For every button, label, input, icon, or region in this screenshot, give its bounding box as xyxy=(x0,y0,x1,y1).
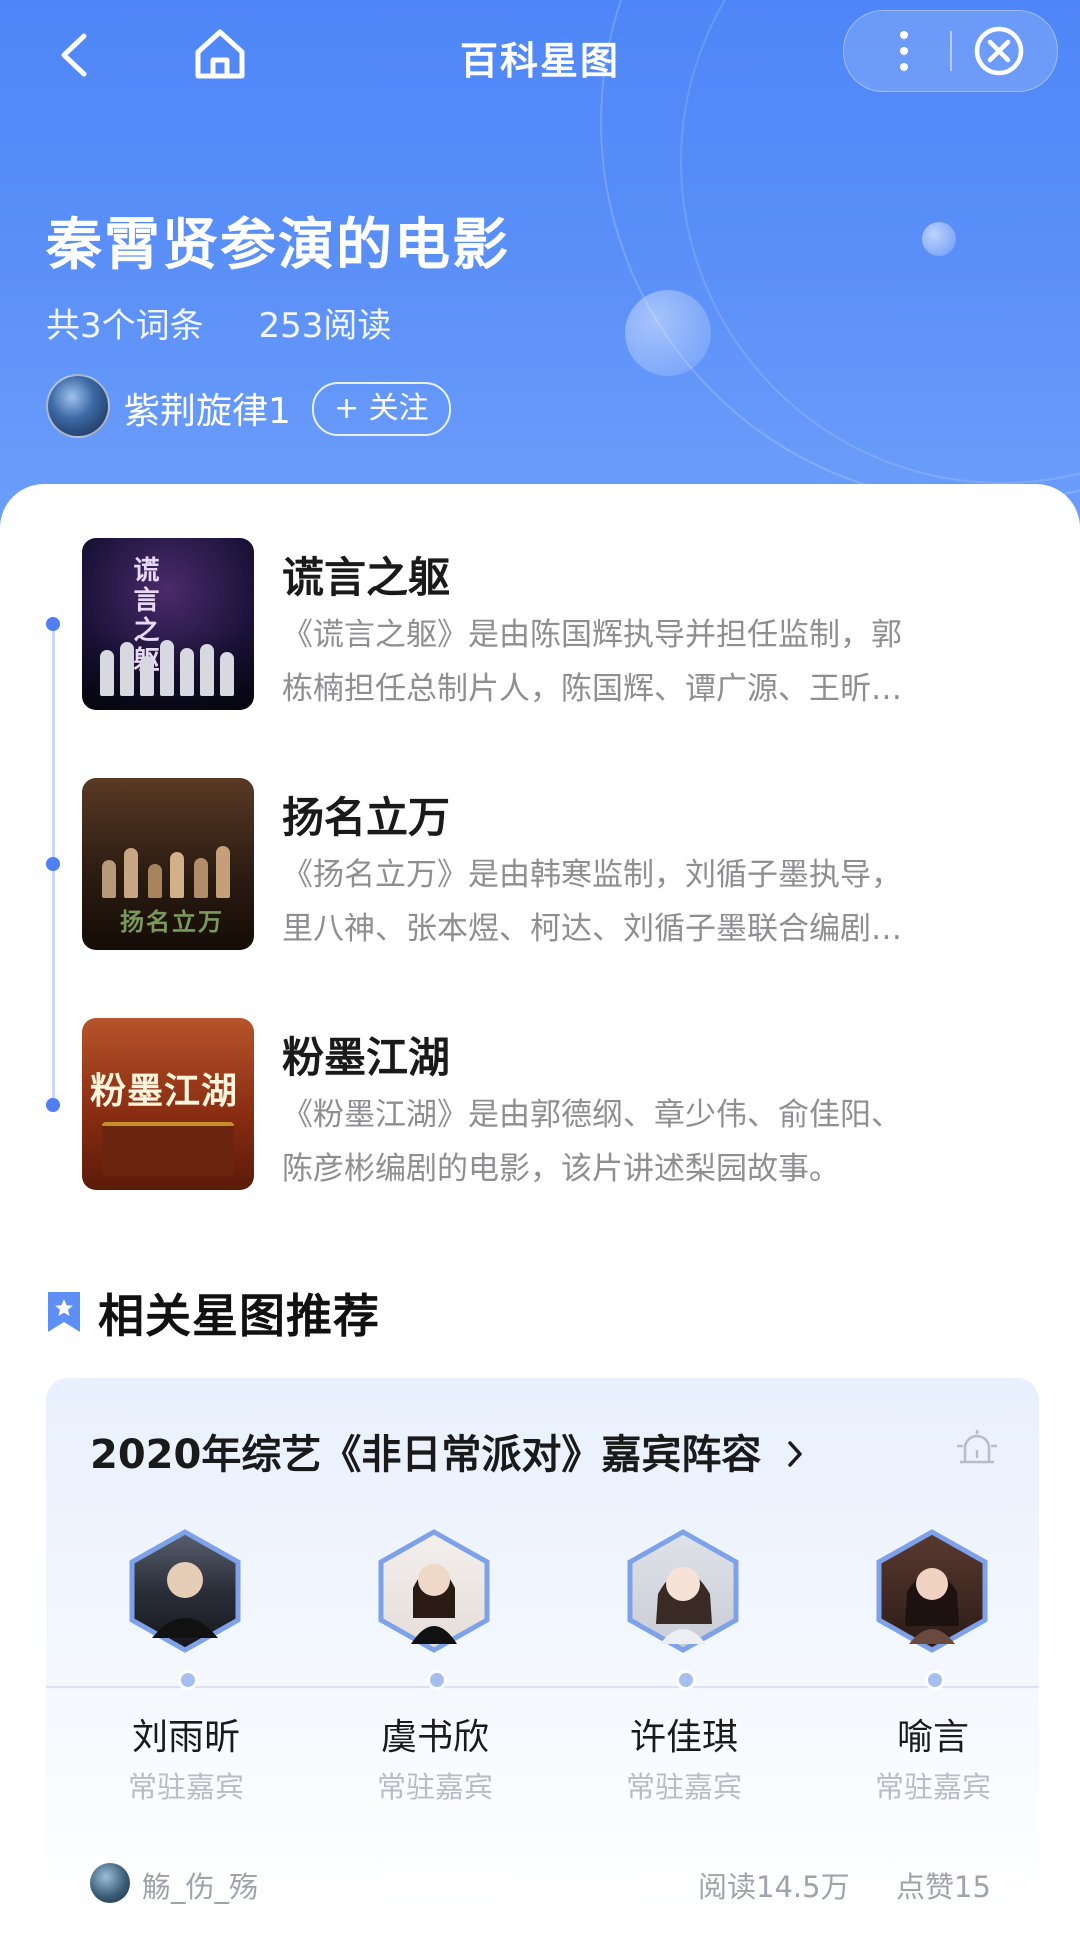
guest-role: 常驻嘉宾 xyxy=(376,1770,493,1804)
entry-title: 谎言之躯 xyxy=(282,553,451,602)
movie-poster[interactable]: 谎言之躯 xyxy=(82,538,254,710)
guest-name: 虞书欣 xyxy=(380,1717,489,1758)
entry-desc-line: 陈彦彬编剧的电影，该片讲述梨园故事。 xyxy=(282,1151,840,1187)
entry-desc-line: 《谎言之躯》是由陈国辉执导并担任监制，郭 xyxy=(282,617,902,653)
guest-dot xyxy=(925,1670,945,1690)
card-like-count[interactable]: 点赞15 xyxy=(896,1864,991,1906)
poster-figures xyxy=(96,838,240,898)
entry-count: 共3个词条 xyxy=(46,306,204,346)
header-banner: 百科星图 秦霄贤参演的电影 共3个词条 253阅读 紫荆旋律1 + 关注 xyxy=(0,0,1080,560)
guest-avatar[interactable] xyxy=(122,1528,248,1654)
capsule-divider xyxy=(950,31,952,71)
guest-name: 喻言 xyxy=(896,1717,969,1758)
guest-avatar[interactable] xyxy=(869,1528,995,1654)
author-name[interactable]: 紫荆旋律1 xyxy=(124,382,291,434)
guest-item[interactable]: 喻言 常驻嘉宾 xyxy=(835,1528,1035,1818)
guest-item[interactable]: 刘雨昕 常驻嘉宾 xyxy=(88,1528,288,1818)
guest-name: 许佳琪 xyxy=(629,1717,738,1758)
guest-dot xyxy=(427,1670,447,1690)
entry-card[interactable]: 扬名立万 扬名立万 《扬名立万》是由韩寒监制，刘循子墨执导， 里八神、张本煜、柯… xyxy=(82,778,1042,952)
movie-poster[interactable]: 扬名立万 xyxy=(82,778,254,950)
poster-title: 粉墨江湖 xyxy=(90,1071,239,1112)
related-card-title[interactable]: 2020年综艺《非日常派对》嘉宾阵容 xyxy=(90,1422,805,1480)
entry-description: 《粉墨江湖》是由郭德纲、章少伟、俞佳阳、 陈彦彬编剧的电影，该片讲述梨园故事。 xyxy=(282,1088,1080,1196)
follow-button[interactable]: + 关注 xyxy=(312,382,451,436)
bookmark-star-icon xyxy=(46,1290,82,1334)
guest-role: 常驻嘉宾 xyxy=(874,1770,991,1804)
related-card-title-text: 2020年综艺《非日常派对》嘉宾阵容 xyxy=(90,1432,762,1478)
timeline-dot xyxy=(46,617,60,631)
entry-title: 扬名立万 xyxy=(282,793,451,842)
entry-description: 《谎言之躯》是由陈国辉执导并担任监制，郭 栋楠担任总制片人，陈国辉、谭广源、王昕… xyxy=(282,608,1080,716)
chevron-right-icon xyxy=(785,1434,805,1480)
related-starmap-card[interactable]: 2020年综艺《非日常派对》嘉宾阵容 刘雨昕 常驻嘉宾 虞书欣 常驻嘉宾 许佳琪… xyxy=(46,1378,1039,1913)
entry-desc-line: 《粉墨江湖》是由郭德纲、章少伟、俞佳阳、 xyxy=(282,1097,902,1133)
decor-bubble xyxy=(922,222,956,256)
movie-poster[interactable]: 粉墨江湖 xyxy=(82,1018,254,1190)
entry-desc-line: 里八神、张本煜、柯达、刘循子墨联合编剧… xyxy=(282,911,902,947)
page-meta: 共3个词条 253阅读 xyxy=(46,298,435,347)
guest-role: 常驻嘉宾 xyxy=(127,1770,244,1804)
creator-name[interactable]: 觞_伤_殇 xyxy=(142,1864,258,1906)
entry-desc-line: 栋楠担任总制片人，陈国辉、谭广源、王昕… xyxy=(282,671,902,707)
page-title: 秦霄贤参演的电影 xyxy=(46,213,510,278)
timeline-dot xyxy=(46,857,60,871)
guest-item[interactable]: 许佳琪 常驻嘉宾 xyxy=(586,1528,786,1818)
guest-item[interactable]: 虞书欣 常驻嘉宾 xyxy=(337,1528,537,1818)
starmap-badge-icon xyxy=(955,1428,999,1472)
guest-avatar[interactable] xyxy=(371,1528,497,1654)
close-icon[interactable] xyxy=(969,21,1029,81)
poster-stage xyxy=(102,1122,234,1176)
mini-program-capsule xyxy=(843,10,1058,92)
entry-title: 粉墨江湖 xyxy=(282,1033,451,1082)
guest-avatar[interactable] xyxy=(620,1528,746,1654)
poster-figures xyxy=(96,636,240,696)
guest-dot xyxy=(676,1670,696,1690)
entry-card[interactable]: 谎言之躯 谎言之躯 《谎言之躯》是由陈国辉执导并担任监制，郭 栋楠担任总制片人，… xyxy=(82,538,1042,712)
read-count: 253阅读 xyxy=(258,306,392,346)
entry-desc-line: 《扬名立万》是由韩寒监制，刘循子墨执导， xyxy=(282,857,902,893)
guest-name: 刘雨昕 xyxy=(131,1717,240,1758)
timeline-dot xyxy=(46,1098,60,1112)
poster-title: 扬名立万 xyxy=(120,908,224,936)
guest-role: 常驻嘉宾 xyxy=(625,1770,742,1804)
creator-avatar[interactable] xyxy=(90,1863,130,1903)
decor-bubble xyxy=(625,290,711,376)
more-icon[interactable] xyxy=(874,21,934,81)
section-title: 相关星图推荐 xyxy=(98,1289,380,1343)
author-avatar[interactable] xyxy=(46,374,110,438)
card-read-count: 阅读14.5万 xyxy=(698,1870,850,1904)
entry-description: 《扬名立万》是由韩寒监制，刘循子墨执导， 里八神、张本煜、柯达、刘循子墨联合编剧… xyxy=(282,848,1080,956)
guest-dot xyxy=(178,1670,198,1690)
entry-card[interactable]: 粉墨江湖 粉墨江湖 《粉墨江湖》是由郭德纲、章少伟、俞佳阳、 陈彦彬编剧的电影，… xyxy=(82,1018,1042,1192)
